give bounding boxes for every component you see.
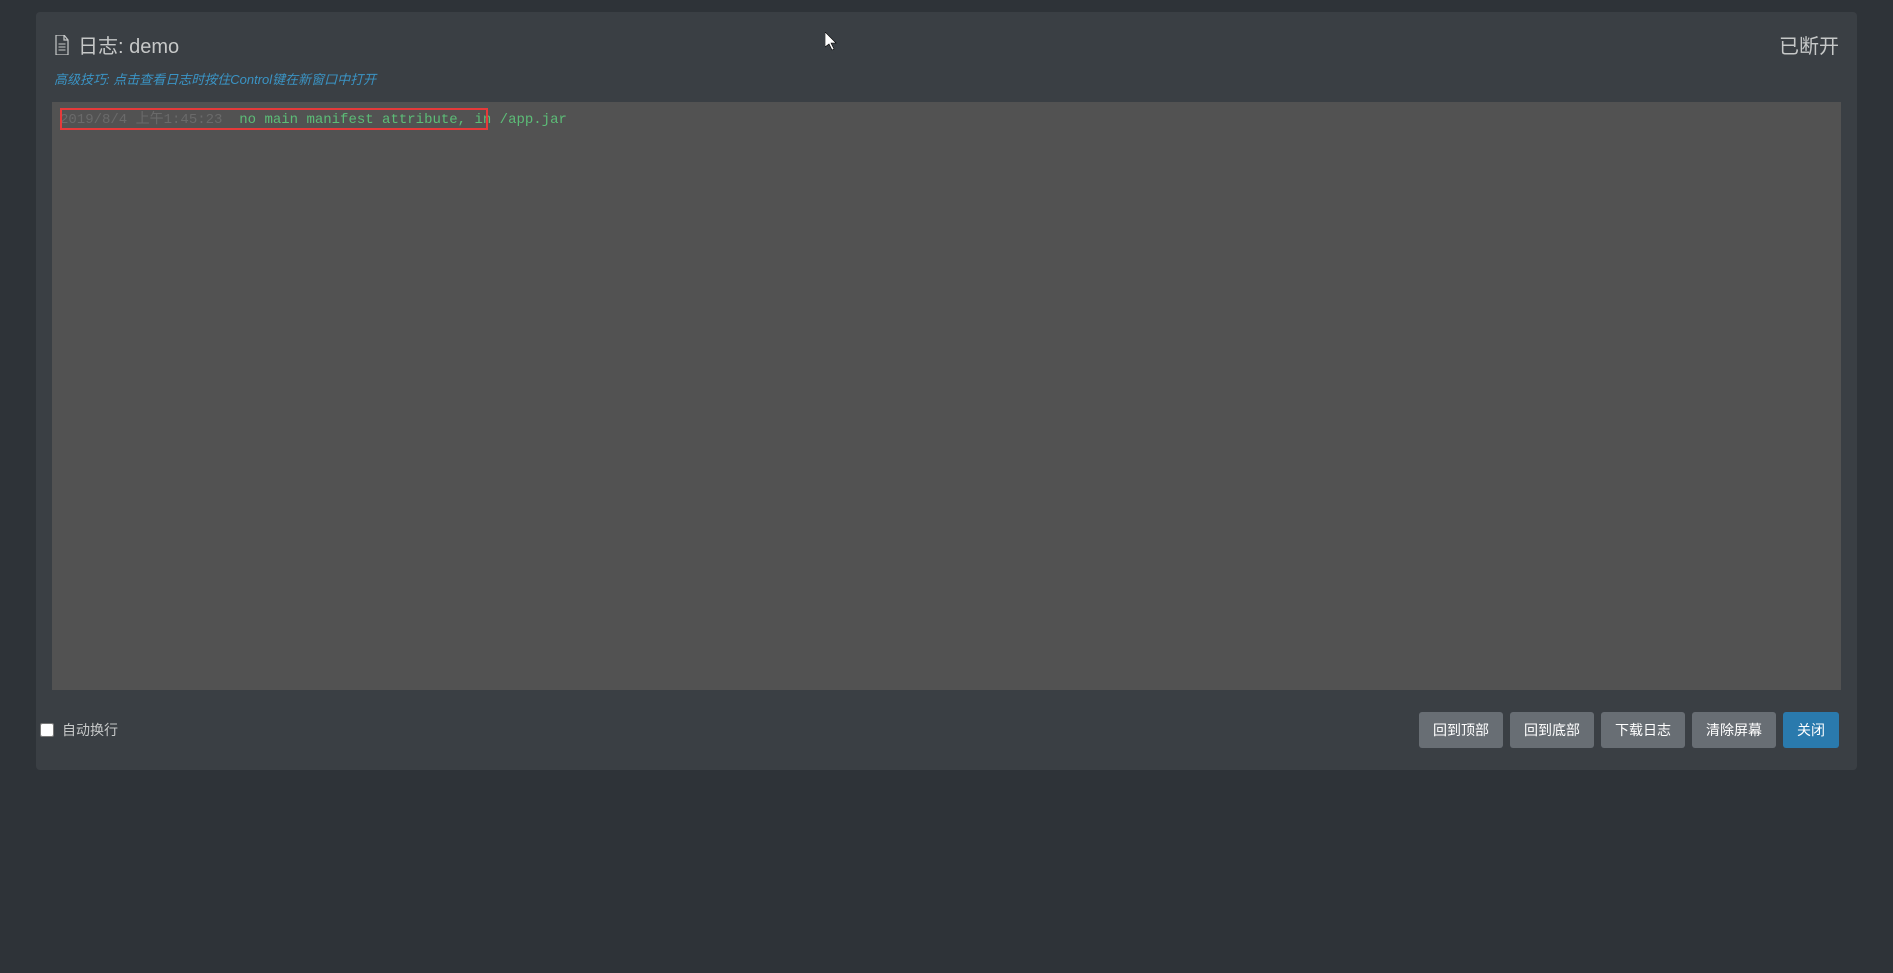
log-output[interactable]: 2019/8/4 上午1:45:23 no main manifest attr… [52,102,1841,690]
close-button[interactable]: 关闭 [1783,712,1839,748]
page-title: 日志: demo [78,30,179,59]
auto-wrap-label: 自动换行 [62,720,118,740]
clear-screen-button[interactable]: 清除屏幕 [1692,712,1776,748]
auto-wrap-toggle[interactable]: 自动换行 [40,720,118,740]
download-log-button[interactable]: 下载日志 [1601,712,1685,748]
connection-status: 已断开 [1779,30,1839,59]
scroll-top-button[interactable]: 回到顶部 [1419,712,1503,748]
auto-wrap-checkbox[interactable] [40,723,54,737]
footer-buttons: 回到顶部 回到底部 下载日志 清除屏幕 关闭 [1419,712,1839,748]
tip-line: 高级技巧: 点击查看日志时按住Control键在新窗口中打开 [36,69,1857,102]
document-icon [54,35,70,55]
tip-text: 点击查看日志时按住Control键在新窗口中打开 [113,72,376,87]
modal-footer: 自动换行 回到顶部 回到底部 下载日志 清除屏幕 关闭 [36,690,1857,770]
log-timestamp: 2019/8/4 上午1:45:23 [60,112,222,128]
title-prefix: 日志: [78,36,124,58]
log-line: 2019/8/4 上午1:45:23 no main manifest attr… [60,110,1833,131]
scroll-bottom-button[interactable]: 回到底部 [1510,712,1594,748]
tip-prefix: 高级技巧: [54,72,110,87]
title-name: demo [129,36,179,58]
modal-header: 日志: demo 已断开 [36,30,1857,69]
title-group: 日志: demo [54,30,179,59]
log-message: no main manifest attribute, in /app.jar [239,112,567,128]
log-modal: 日志: demo 已断开 高级技巧: 点击查看日志时按住Control键在新窗口… [36,12,1857,770]
